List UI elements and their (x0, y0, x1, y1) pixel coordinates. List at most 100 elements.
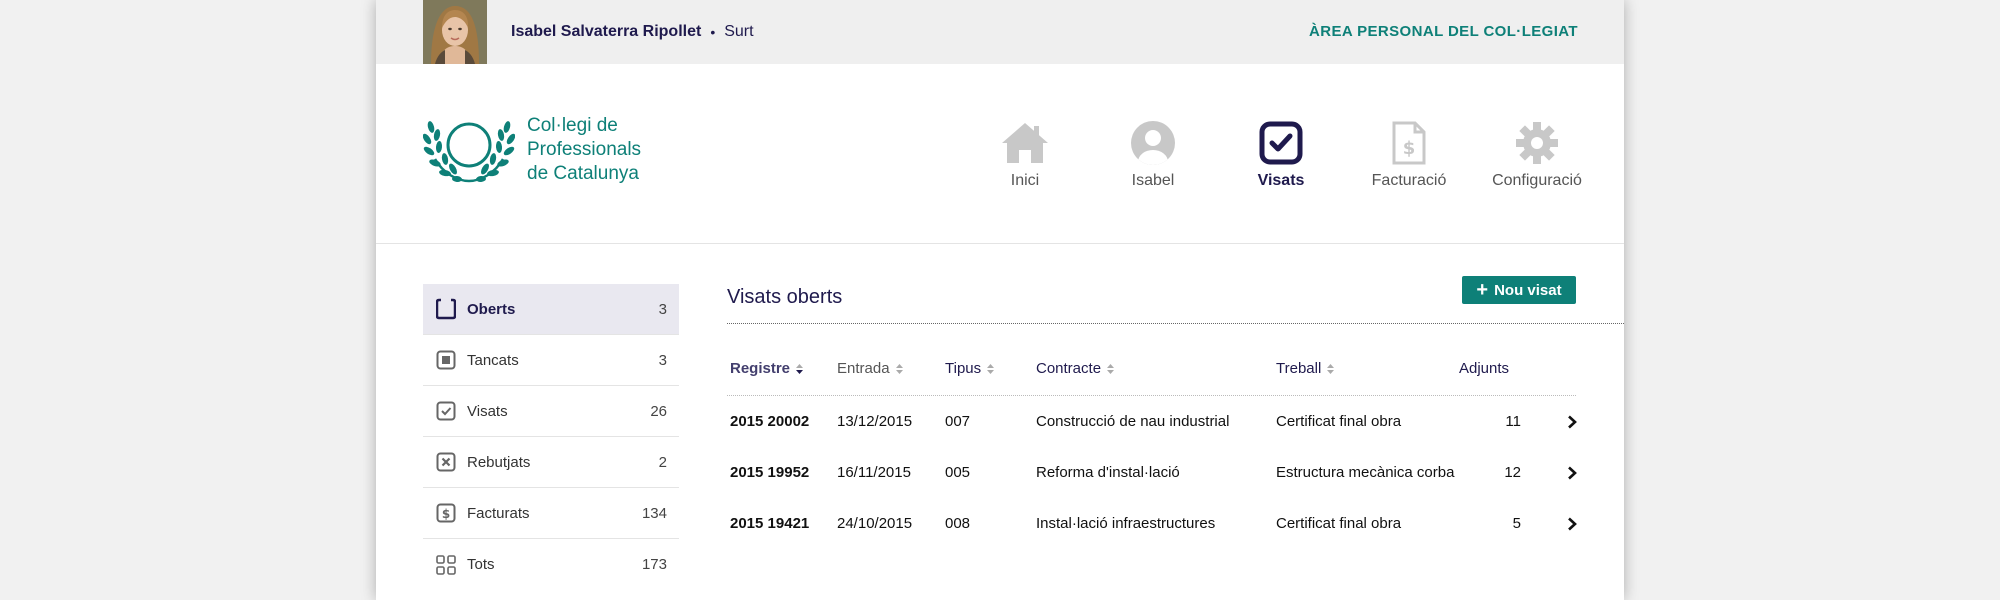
chevron-right-icon[interactable] (1567, 466, 1577, 485)
closed-square-icon (435, 349, 457, 371)
cell-entrada: 16/11/2015 (837, 464, 911, 481)
sidebar-item-label: Tancats (467, 351, 519, 369)
new-visat-button[interactable]: + Nou visat (1462, 276, 1576, 304)
sidebar-item-count: 134 (641, 504, 667, 522)
chevron-right-icon[interactable] (1567, 517, 1577, 536)
chevron-right-icon[interactable] (1567, 415, 1577, 434)
cell-adjunts: 12 (1504, 464, 1521, 481)
logo-line-1: Col·legi de (527, 115, 618, 136)
sidebar-item-count: 3 (658, 300, 667, 318)
sidebar-item-oberts[interactable]: Oberts 3 (423, 284, 679, 335)
logout-link[interactable]: Surt (724, 23, 753, 41)
header-contracte[interactable]: Contracte (1036, 358, 1115, 377)
separator: • (710, 24, 716, 40)
cell-treball: Certificat final obra (1276, 515, 1402, 532)
header-label: Contracte (1036, 360, 1102, 377)
table-row[interactable]: 2015 19952 16/11/2015 005 Reforma d'inst… (727, 447, 1577, 498)
cell-tipus: 005 (945, 464, 971, 481)
nav-label: Configuració (1492, 172, 1582, 189)
nav-item-visats[interactable]: Visats (1217, 120, 1345, 190)
logo-line-3: de Catalunya (527, 163, 639, 184)
area-title: ÀREA PERSONAL DEL COL·LEGIAT (1309, 23, 1578, 40)
cell-tipus: 007 (945, 413, 971, 430)
cell-adjunts: 11 (1505, 413, 1521, 430)
sort-desc-icon (795, 363, 804, 375)
cell-registre: 2015 19952 (730, 464, 810, 481)
cell-entrada: 13/12/2015 (837, 413, 913, 430)
sidebar-item-label: Oberts (467, 300, 516, 318)
cell-contracte: Instal·lació infraestructures (1036, 515, 1216, 532)
user-info: Isabel Salvaterra Ripollet • Surt (511, 23, 754, 41)
header-treball[interactable]: Treball (1276, 358, 1335, 377)
house-icon (1000, 120, 1050, 166)
header-label: Tipus (945, 360, 982, 377)
cell-treball: Estructura mecànica corba (1276, 464, 1455, 481)
sidebar-item-count: 2 (658, 453, 667, 471)
cell-contracte: Reforma d'instal·lació (1036, 464, 1180, 481)
x-square-icon (435, 451, 457, 473)
cell-registre: 2015 19421 (730, 515, 810, 532)
cell-contracte: Construcció de nau industrial (1036, 413, 1230, 430)
svg-text:$: $ (1403, 138, 1416, 159)
sort-icon (1106, 363, 1115, 375)
sidebar-item-label: Rebutjats (467, 453, 531, 471)
table-header: Registre Entrada Tipus Contracte Treball… (727, 358, 1576, 396)
invoice-icon: $ (1384, 120, 1434, 166)
header-label: Adjunts (1459, 360, 1510, 377)
table-row[interactable]: 2015 20002 13/12/2015 007 Construcció de… (727, 396, 1577, 447)
sidebar-item-tots[interactable]: Tots 173 (423, 539, 679, 590)
sort-icon (986, 363, 995, 375)
cell-treball: Certificat final obra (1276, 413, 1402, 430)
header-entrada[interactable]: Entrada (837, 358, 904, 377)
cell-registre: 2015 20002 (730, 413, 810, 430)
nav-label: Isabel (1131, 172, 1175, 189)
sidebar-item-count: 3 (658, 351, 667, 369)
top-bar: Isabel Salvaterra Ripollet • Surt ÀREA P… (376, 0, 1624, 64)
open-square-icon (435, 298, 457, 320)
gear-icon (1512, 120, 1562, 166)
table-row[interactable]: 2015 19421 24/10/2015 008 Instal·lació i… (727, 498, 1577, 549)
sort-icon (895, 363, 904, 375)
page: Isabel Salvaterra Ripollet • Surt ÀREA P… (376, 0, 1624, 600)
nav-label: Facturació (1371, 172, 1447, 189)
header-tipus[interactable]: Tipus (945, 358, 995, 377)
nav-item-facturacio[interactable]: $ Facturació (1345, 120, 1473, 190)
visats-table: Registre Entrada Tipus Contracte Treball… (727, 358, 1577, 549)
sidebar-item-visats[interactable]: Visats 26 (423, 386, 679, 437)
header-label: Entrada (837, 360, 890, 377)
plus-icon: + (1476, 279, 1489, 301)
sidebar-item-facturats[interactable]: $ Facturats 134 (423, 488, 679, 539)
header: Col·legi de Professionals de Catalunya I… (376, 64, 1624, 244)
sort-icon (1326, 363, 1335, 375)
sidebar-item-rebutjats[interactable]: Rebutjats 2 (423, 437, 679, 488)
divider (727, 323, 1624, 324)
user-icon (1128, 120, 1178, 166)
sidebar-item-label: Visats (467, 402, 508, 420)
cell-tipus: 008 (945, 515, 971, 532)
nav-label: Visats (1257, 172, 1305, 189)
grid-icon (435, 554, 457, 576)
nav-label: Inici (1010, 172, 1040, 189)
header-adjunts: Adjunts (1459, 358, 1509, 377)
cell-adjunts: 5 (1512, 515, 1521, 532)
nav-item-inici[interactable]: Inici (961, 120, 1089, 190)
dollar-square-icon: $ (435, 502, 457, 524)
header-label: Registre (730, 360, 791, 377)
sidebar-item-label: Facturats (467, 504, 530, 522)
cell-entrada: 24/10/2015 (837, 515, 913, 532)
sidebar-item-tancats[interactable]: Tancats 3 (423, 335, 679, 386)
page-title: Visats oberts (727, 286, 843, 308)
header-label: Treball (1276, 360, 1322, 377)
sidebar: Oberts 3 Tancats 3 Visats 26 Rebutjats 2 (423, 284, 679, 590)
nav-item-configuracio[interactable]: Configuració (1473, 120, 1601, 190)
avatar[interactable] (423, 0, 487, 64)
logo[interactable]: Col·legi de Professionals de Catalunya (423, 114, 641, 186)
nav-item-isabel[interactable]: Isabel (1089, 120, 1217, 190)
laurel-logo-icon (423, 121, 515, 183)
logo-text: Col·legi de Professionals de Catalunya (527, 114, 641, 186)
user-name[interactable]: Isabel Salvaterra Ripollet (511, 23, 701, 41)
header-registre[interactable]: Registre (730, 358, 804, 377)
logo-line-2: Professionals (527, 139, 642, 160)
sidebar-item-label: Tots (467, 556, 495, 573)
sidebar-item-count: 26 (650, 402, 667, 420)
